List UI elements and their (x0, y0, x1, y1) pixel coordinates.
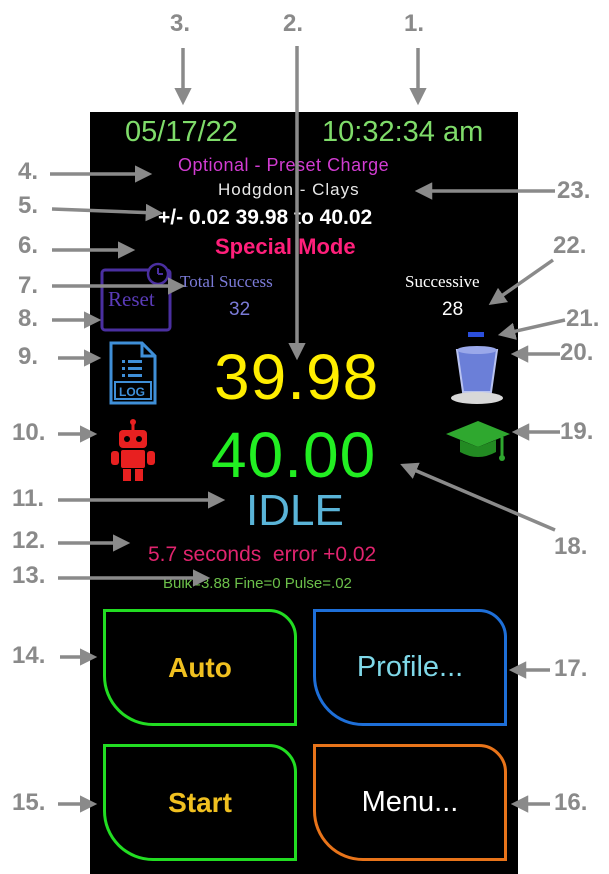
callout-arrow-21 (497, 318, 566, 340)
callout-arrow-5 (51, 203, 164, 222)
callout-arrow-22 (488, 258, 555, 306)
callout-10: 10. (12, 419, 46, 446)
callout-15: 15. (12, 789, 46, 816)
callout-14: 14. (12, 642, 46, 669)
callout-13: 13. (12, 562, 46, 589)
callout-arrows (50, 46, 566, 813)
callout-11: 11. (12, 485, 45, 512)
callout-22: 22. (553, 232, 587, 259)
callout-1: 1. (404, 10, 425, 37)
callout-6: 6. (18, 232, 39, 259)
callout-3: 3. (170, 10, 191, 37)
callout-4: 4. (18, 158, 39, 185)
callout-8: 8. (18, 305, 39, 332)
callout-23: 23. (557, 177, 591, 204)
callout-9: 9. (18, 343, 39, 370)
callout-7: 7. (18, 272, 39, 299)
callout-arrow-18 (400, 462, 556, 532)
callout-18: 18. (554, 533, 588, 560)
callout-5: 5. (18, 192, 39, 219)
callout-21: 21. (566, 305, 600, 332)
callout-20: 20. (560, 339, 594, 366)
callout-12: 12. (12, 527, 46, 554)
callout-2: 2. (283, 10, 304, 37)
callout-19: 19. (560, 418, 594, 445)
callout-16: 16. (554, 789, 588, 816)
callout-17: 17. (554, 655, 588, 682)
